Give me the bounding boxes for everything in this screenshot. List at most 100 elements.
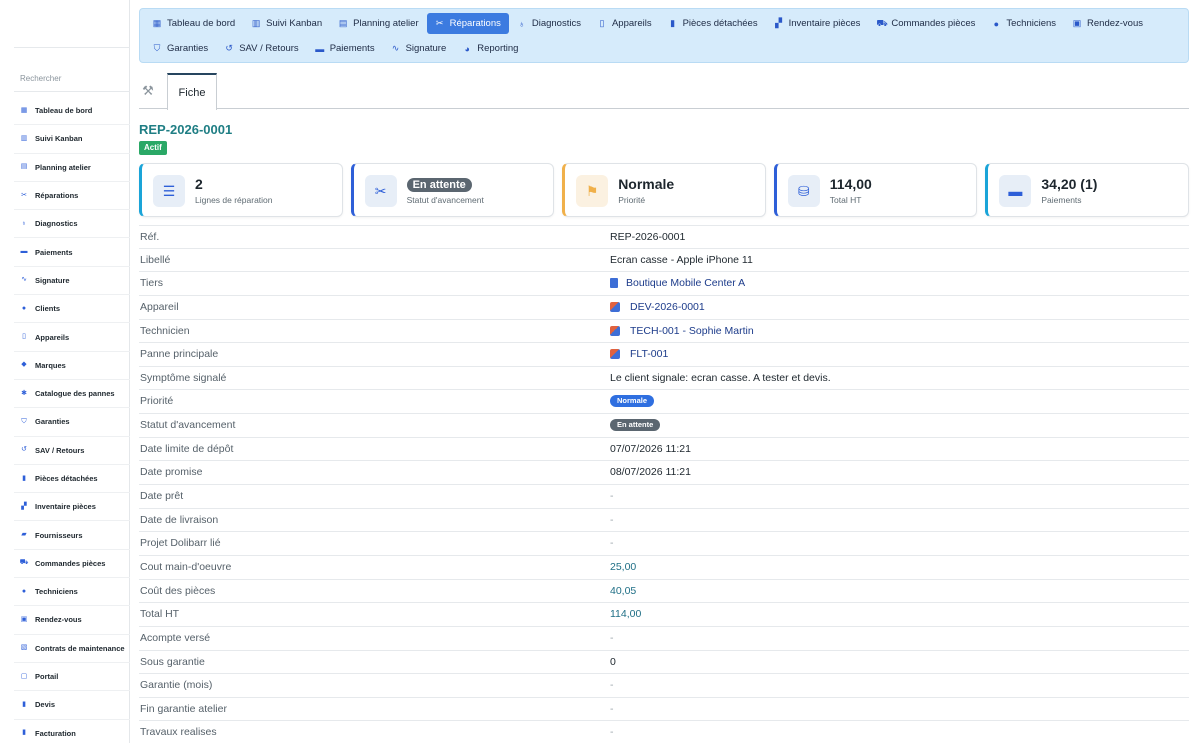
- sidebar-item-label: Rendez-vous: [35, 615, 82, 625]
- tools-icon[interactable]: ⚒: [139, 83, 157, 101]
- kpi-cards: ☰ 2 Lignes de réparation ✂ En attente Statut …: [139, 163, 1189, 217]
- sidebar-item[interactable]: ✂ Réparations: [14, 182, 130, 211]
- cart-icon: ⛟: [19, 559, 29, 567]
- top-nav-item[interactable]: ♁ Diagnostics: [509, 13, 589, 34]
- top-nav-label: SAV / Retours: [239, 43, 299, 54]
- sidebar-item[interactable]: ▤ Planning atelier: [14, 154, 130, 182]
- kanban-icon: ▥: [251, 18, 261, 28]
- field-value-text: 0: [610, 655, 616, 668]
- kpi-card[interactable]: ⛁ 114,00 Total HT: [773, 163, 978, 217]
- detail-row: Date limite de dépôt 07/07/2026 11:21: [139, 438, 1189, 462]
- detail-row: Total HT 114,00: [139, 603, 1189, 627]
- signature-icon: ∿: [21, 276, 27, 284]
- tab-fiche[interactable]: Fiche: [167, 73, 217, 110]
- kpi-card[interactable]: ✂ En attente Statut d'avancement: [350, 163, 555, 217]
- sidebar-item[interactable]: ▥ Suivi Kanban: [14, 125, 130, 154]
- field-value-text: -: [610, 702, 614, 715]
- field-value: -: [610, 514, 614, 526]
- sidebar-item[interactable]: ⛉ Garanties: [14, 408, 130, 437]
- cart-icon: ⛟: [876, 17, 888, 28]
- user-gear-icon: ●: [21, 587, 27, 595]
- sidebar-item[interactable]: ◆ Marques: [14, 352, 130, 380]
- truck-icon: ▰: [21, 531, 27, 539]
- sidebar-item[interactable]: ● Techniciens: [14, 578, 130, 607]
- grid-icon: ▦: [20, 106, 28, 114]
- top-nav-label: Reporting: [477, 43, 519, 54]
- sidebar-item[interactable]: ▞ Inventaire pièces: [14, 493, 130, 522]
- sidebar-item[interactable]: ▮ Pièces détachées: [14, 465, 130, 494]
- top-nav-item[interactable]: ⛟ Commandes pièces: [868, 13, 983, 34]
- money-icon: ▬: [315, 43, 325, 54]
- sidebar-item[interactable]: ▧ Contrats de maintenance: [14, 635, 130, 663]
- top-nav-item[interactable]: ▬ Paiements: [307, 38, 383, 59]
- top-nav-item[interactable]: ⛉ Garanties: [144, 38, 216, 59]
- field-value-text: -: [610, 513, 614, 526]
- top-nav-item[interactable]: ▥ Suivi Kanban: [243, 13, 330, 34]
- field-value[interactable]: Boutique Mobile Center A: [610, 277, 745, 289]
- sidebar-item[interactable]: ▮ Facturation: [14, 720, 130, 743]
- sidebar-item[interactable]: ● Clients: [14, 295, 130, 324]
- field-label: Date de livraison: [140, 513, 219, 526]
- field-value-text: FLT-001: [630, 348, 669, 361]
- field-value-text: Boutique Mobile Center A: [626, 277, 746, 290]
- detail-row: Technicien TECH-001 - Sophie Martin: [139, 320, 1189, 344]
- top-nav-item[interactable]: ✂ Réparations: [426, 13, 509, 34]
- shield-icon: ⛉: [153, 43, 161, 53]
- detail-row: Coût des pièces 40,05: [139, 580, 1189, 604]
- field-value-text: -: [610, 490, 614, 503]
- sidebar-item-label: SAV / Retours: [35, 445, 85, 455]
- sidebar-item-label: Suivi Kanban: [35, 134, 83, 144]
- sidebar-item[interactable]: ∿ Signature: [14, 267, 130, 296]
- field-value: -: [610, 679, 614, 691]
- sidebar-item[interactable]: ▢ Portail: [14, 663, 130, 692]
- top-navigation: ▦ Tableau de bord ▥ Suivi Kanban ▤ Planning a…: [139, 8, 1189, 63]
- contract-icon: ▧: [20, 644, 28, 652]
- sidebar-item[interactable]: ♁ Diagnostics: [14, 210, 130, 239]
- sidebar-search[interactable]: Rechercher: [14, 47, 130, 92]
- field-label: Travaux realises: [140, 726, 217, 739]
- field-label: Statut d'avancement: [140, 419, 236, 432]
- field-value: Normale: [610, 395, 655, 408]
- field-value[interactable]: TECH-001 - Sophie Martin: [610, 325, 754, 337]
- kpi-card[interactable]: ☰ 2 Lignes de réparation: [139, 163, 343, 217]
- money-icon: ▬: [20, 248, 28, 256]
- top-nav-item[interactable]: ▮ Pièces détachées: [660, 13, 766, 34]
- kpi-card[interactable]: ▬ 34,20 (1) Paiements: [985, 163, 1189, 217]
- top-nav-item[interactable]: ▯ Appareils: [589, 13, 660, 34]
- top-nav-item[interactable]: ▞ Inventaire pièces: [766, 13, 869, 34]
- sidebar-item[interactable]: ▬ Paiements: [14, 238, 130, 267]
- sidebar-item[interactable]: ⛟ Commandes pièces: [14, 550, 130, 579]
- sidebar-item[interactable]: ↺ SAV / Retours: [14, 437, 130, 465]
- top-nav-item[interactable]: ▦ Tableau de bord: [144, 13, 243, 34]
- field-value-text: REP-2026-0001: [610, 231, 686, 243]
- field-value-text: TECH-001 - Sophie Martin: [630, 324, 754, 337]
- field-label: Acompte versé: [140, 631, 211, 644]
- top-nav-item[interactable]: ↺ SAV / Retours: [216, 38, 307, 59]
- sidebar-item[interactable]: ✱ Catalogue des pannes: [14, 380, 130, 409]
- field-label: Symptôme signalé: [140, 371, 227, 384]
- sidebar-item[interactable]: ▦ Tableau de bord: [14, 97, 130, 126]
- top-nav-item[interactable]: ▤ Planning atelier: [330, 13, 427, 34]
- sidebar-item-label: Réparations: [35, 191, 79, 201]
- sidebar-item[interactable]: ▯ Appareils: [14, 323, 130, 352]
- top-nav-item[interactable]: ● Techniciens: [983, 13, 1064, 34]
- field-value[interactable]: DEV-2026-0001: [610, 301, 705, 313]
- field-value: En attente: [610, 419, 661, 432]
- sidebar-item-label: Garanties: [35, 417, 70, 427]
- kpi-label: Paiements: [1041, 195, 1082, 205]
- sidebar-item[interactable]: ▮ Devis: [14, 691, 130, 720]
- top-nav-item[interactable]: ◕ Reporting: [454, 38, 526, 59]
- top-nav-label: Techniciens: [1006, 18, 1057, 29]
- top-nav-item[interactable]: ∿ Signature: [383, 38, 455, 59]
- top-nav-item[interactable]: ▣ Rendez-vous: [1064, 13, 1151, 34]
- bug-icon: ✱: [21, 389, 27, 397]
- sidebar-item[interactable]: ▰ Fournisseurs: [14, 521, 130, 550]
- object-icon: [610, 349, 620, 360]
- field-value: -: [610, 537, 614, 549]
- field-label: Priorité: [140, 395, 174, 408]
- sidebar-item-label: Clients: [35, 304, 61, 314]
- field-value[interactable]: FLT-001: [610, 348, 668, 360]
- kpi-card[interactable]: ⚑ Normale Priorité: [562, 163, 766, 217]
- field-value-text: -: [610, 537, 614, 550]
- sidebar-item[interactable]: ▣ Rendez-vous: [14, 606, 130, 635]
